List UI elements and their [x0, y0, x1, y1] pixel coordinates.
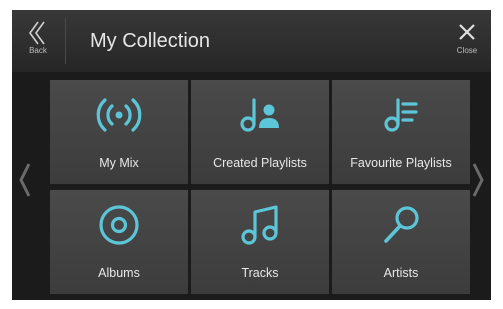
tile-tracks[interactable]: Tracks: [191, 190, 329, 294]
chevron-left-icon: [19, 163, 31, 197]
playlist-user-icon: [240, 98, 279, 132]
back-button[interactable]: Back: [16, 16, 60, 68]
broadcast-icon: [96, 98, 142, 132]
tile-favourite-playlists[interactable]: Favourite Playlists: [332, 80, 470, 184]
music-notes-icon: [241, 205, 278, 245]
tile-created-playlists[interactable]: Created Playlists: [191, 80, 329, 184]
tile-label: Albums: [98, 266, 140, 280]
tile-label: Created Playlists: [213, 156, 307, 170]
close-label: Close: [456, 46, 478, 55]
tile-label: Favourite Playlists: [350, 156, 452, 170]
page-title: My Collection: [90, 30, 211, 52]
tile-albums[interactable]: Albums: [50, 190, 188, 294]
close-button[interactable]: Close: [449, 16, 485, 68]
microphone-icon: [384, 206, 419, 243]
screen: Back My Collection Close My Mix Created …: [12, 10, 491, 300]
playlist-icon: [384, 98, 418, 132]
tile-label: My Mix: [99, 156, 139, 170]
page-next-arrow[interactable]: [469, 158, 487, 202]
collection-grid: My Mix Created Playlists Favourite Playl…: [50, 80, 470, 294]
header-divider: [65, 18, 66, 64]
tile-artists[interactable]: Artists: [332, 190, 470, 294]
back-label: Back: [29, 46, 47, 55]
tile-my-mix[interactable]: My Mix: [50, 80, 188, 184]
album-disc-icon: [99, 205, 139, 245]
double-chevron-left-icon: [29, 21, 45, 45]
chevron-right-icon: [472, 163, 484, 197]
header-bar: Back My Collection Close: [12, 10, 491, 72]
tile-label: Tracks: [241, 266, 279, 280]
page-prev-arrow[interactable]: [16, 158, 34, 202]
tile-label: Artists: [383, 266, 419, 280]
close-icon: [459, 24, 475, 40]
